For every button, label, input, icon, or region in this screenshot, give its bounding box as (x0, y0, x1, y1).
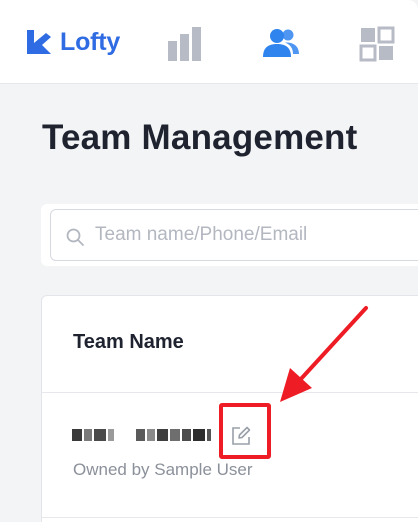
app-frame: Lofty Team Management Team name/Phone/Em… (0, 0, 418, 522)
bar-chart-icon (168, 27, 201, 61)
team-owner-label: Owned by Sample User (73, 460, 253, 479)
column-header-team-name: Team Name (73, 331, 184, 353)
annotation-highlight-box (219, 403, 271, 459)
search-icon (66, 228, 84, 246)
nav-item-apps[interactable] (357, 24, 397, 64)
brand-logo[interactable]: Lofty (24, 26, 120, 58)
brand-name: Lofty (60, 27, 121, 56)
annotation-arrow (280, 306, 368, 402)
apps-grid-icon (359, 26, 395, 62)
lofty-logo-icon (27, 30, 51, 54)
nav-item-reports[interactable] (165, 24, 205, 64)
search-panel (41, 204, 418, 266)
team-icon (263, 29, 299, 57)
search-box[interactable] (50, 209, 418, 261)
team-name-redacted (72, 427, 217, 443)
top-nav-bar: Lofty (0, 0, 418, 84)
page-title: Team Management (42, 118, 358, 157)
nav-item-team[interactable] (261, 24, 301, 64)
search-input[interactable] (95, 220, 418, 250)
